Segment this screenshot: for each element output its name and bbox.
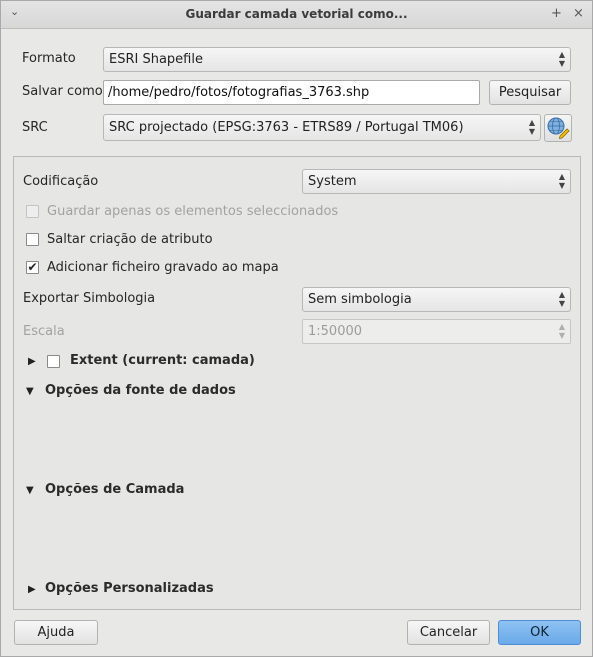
extent-group-title[interactable]: Extent (current: camada) (70, 353, 255, 368)
crs-select-button[interactable] (544, 114, 572, 142)
src-combobox[interactable]: SRC projectado (EPSG:3763 - ETRS89 / Por… (103, 114, 541, 141)
pesquisar-button[interactable]: Pesquisar (489, 80, 571, 105)
expand-triangle-icon[interactable]: ▶ (28, 356, 36, 367)
codificacao-label: Codificação (23, 174, 99, 189)
ajuda-button[interactable]: Ajuda (14, 620, 98, 645)
formato-value: ESRI Shapefile (109, 52, 203, 67)
checkmark-icon: ✔ (27, 260, 38, 274)
saltar-atributo-label: Saltar criação de atributo (47, 232, 213, 247)
src-label: SRC (22, 120, 48, 135)
adicionar-mapa-label: Adicionar ficheiro gravado ao mapa (47, 260, 279, 275)
expand-triangle-icon[interactable]: ▶ (28, 584, 36, 595)
escala-spinbox[interactable]: 1:50000 ▲ ▼ (302, 319, 571, 344)
window-title: Guardar camada vetorial como... (185, 7, 408, 21)
collapse-triangle-icon[interactable]: ▼ (26, 386, 34, 397)
fonte-dados-group-title[interactable]: Opções da fonte de dados (45, 383, 236, 398)
codificacao-combobox[interactable]: System ▲ ▼ (302, 169, 571, 194)
formato-label: Formato (22, 51, 76, 66)
salvar-como-input[interactable]: /home/pedro/fotos/fotografias_3763.shp (103, 80, 480, 105)
spinner-arrows-icon: ▲ ▼ (558, 322, 565, 340)
ok-button[interactable]: OK (498, 620, 581, 645)
spinner-arrows-icon: ▲ ▼ (558, 50, 565, 68)
cancelar-button[interactable]: Cancelar (407, 620, 490, 645)
crs-globe-icon (547, 117, 570, 140)
src-value: SRC projectado (EPSG:3763 - ETRS89 / Por… (109, 120, 464, 135)
pin-icon[interactable]: + (551, 6, 562, 21)
save-vector-layer-dialog: ⌄ Guardar camada vetorial como... + × Fo… (0, 0, 593, 657)
title-bar[interactable]: ⌄ Guardar camada vetorial como... + × (1, 1, 592, 29)
spinner-arrows-icon: ▲ ▼ (528, 118, 535, 136)
formato-combobox[interactable]: ESRI Shapefile ▲ ▼ (103, 47, 571, 72)
collapse-triangle-icon[interactable]: ▼ (26, 485, 34, 496)
guardar-apenas-checkbox[interactable] (26, 205, 39, 218)
close-icon[interactable]: × (573, 6, 584, 21)
extent-checkbox[interactable] (47, 355, 60, 368)
spinner-arrows-icon: ▲ ▼ (558, 290, 565, 308)
escala-label: Escala (23, 324, 65, 339)
personalizadas-group-title[interactable]: Opções Personalizadas (45, 581, 214, 596)
exportar-simbologia-combobox[interactable]: Sem simbologia ▲ ▼ (302, 287, 571, 312)
simbologia-value: Sem simbologia (308, 292, 412, 307)
camada-group-title[interactable]: Opções de Camada (45, 482, 184, 497)
salvar-como-label: Salvar como (22, 84, 103, 99)
escala-value: 1:50000 (308, 324, 363, 339)
saltar-atributo-checkbox[interactable] (26, 233, 39, 246)
spinner-arrows-icon: ▲ ▼ (558, 172, 565, 190)
adicionar-mapa-checkbox[interactable]: ✔ (26, 261, 39, 274)
codificacao-value: System (308, 174, 357, 189)
exportar-simbologia-label: Exportar Simbologia (23, 291, 156, 306)
guardar-apenas-label: Guardar apenas os elementos seleccionado… (47, 204, 339, 219)
